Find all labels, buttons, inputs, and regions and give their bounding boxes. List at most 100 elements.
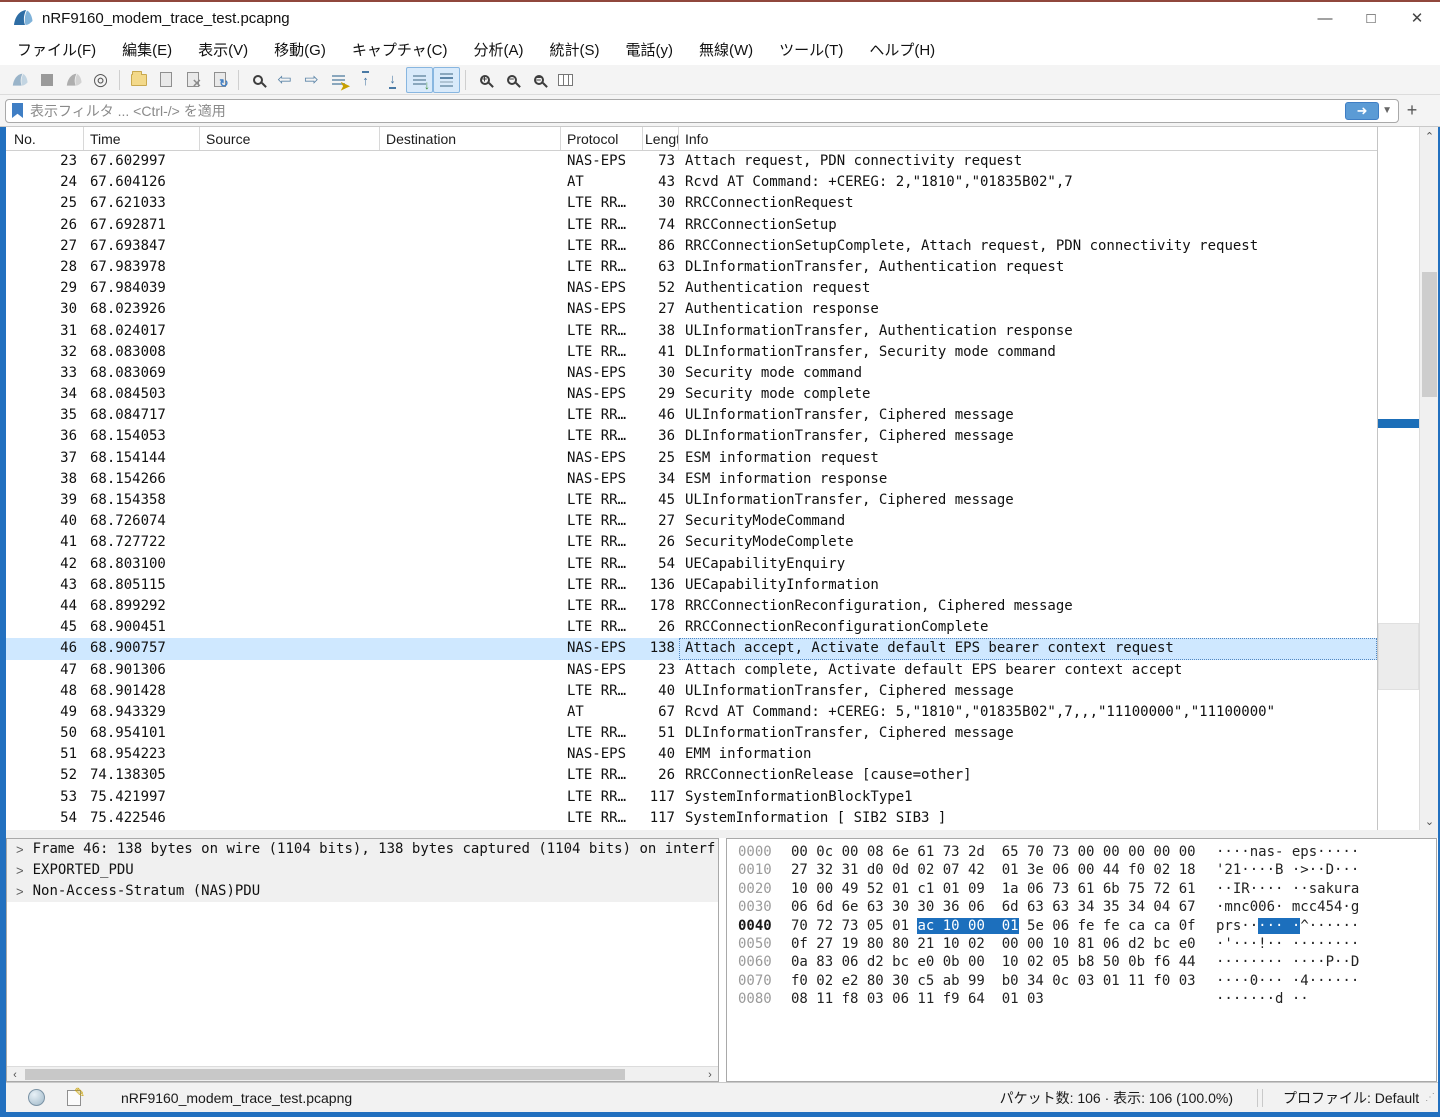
zoom-out-icon[interactable]: −	[498, 67, 525, 93]
packet-row[interactable]: 4568.900451LTE RR…26RRCConnectionReconfi…	[6, 617, 1377, 638]
packet-list-vertical-scrollbar[interactable]: ⌃ ⌄	[1419, 127, 1438, 830]
restart-capture-icon[interactable]	[60, 67, 87, 93]
horizontal-scrollbar-thumb[interactable]	[25, 1069, 625, 1080]
reload-file-icon[interactable]: ↻	[206, 67, 233, 93]
packet-row[interactable]: 3268.083008LTE RR…41DLInformationTransfe…	[6, 342, 1377, 363]
packet-row[interactable]: 4168.727722LTE RR…26SecurityModeComplete	[6, 532, 1377, 553]
intelligent-scrollbar-minimap[interactable]	[1377, 127, 1419, 830]
packet-bytes-pane[interactable]: 000000 0c 00 08 6e 61 73 2d 65 70 73 00 …	[726, 838, 1437, 1082]
pane-splitter[interactable]	[6, 830, 1438, 838]
packet-row[interactable]: 3868.154266NAS-EPS34ESM information resp…	[6, 469, 1377, 490]
stop-capture-icon[interactable]	[33, 67, 60, 93]
column-header-length[interactable]: Length	[643, 127, 679, 150]
menu-item[interactable]: 分析(A)	[461, 34, 537, 65]
display-filter-input[interactable]	[30, 103, 1345, 119]
hex-row[interactable]: 0070f0 02 e2 80 30 c5 ab 99 b0 34 0c 03 …	[727, 972, 1436, 990]
column-header-destination[interactable]: Destination	[380, 127, 561, 150]
hex-row[interactable]: 003006 6d 6e 63 30 30 36 06 6d 63 63 34 …	[727, 898, 1436, 916]
packet-row[interactable]: 5475.422546LTE RR…117SystemInformation […	[6, 808, 1377, 829]
packet-row[interactable]: 4968.943329AT67Rcvd AT Command: +CEREG: …	[6, 702, 1377, 723]
menu-item[interactable]: 表示(V)	[185, 34, 261, 65]
filter-dropdown-caret-icon[interactable]: ▼	[1382, 105, 1392, 116]
expand-chevron-icon[interactable]: >	[7, 881, 33, 902]
packet-row[interactable]: 3168.024017LTE RR…38ULInformationTransfe…	[6, 321, 1377, 342]
packet-row[interactable]: 2667.692871LTE RR…74RRCConnectionSetup	[6, 215, 1377, 236]
menu-item[interactable]: キャプチャ(C)	[339, 34, 461, 65]
menu-item[interactable]: 編集(E)	[109, 34, 185, 65]
packet-row[interactable]: 2767.693847LTE RR…86RRCConnectionSetupCo…	[6, 236, 1377, 257]
column-header-protocol[interactable]: Protocol	[561, 127, 643, 150]
detail-row[interactable]: >Frame 46: 138 bytes on wire (1104 bits)…	[7, 839, 718, 860]
capture-comment-icon[interactable]: ✎	[67, 1090, 81, 1106]
packet-row[interactable]: 4368.805115LTE RR…136UECapabilityInforma…	[6, 575, 1377, 596]
detail-row[interactable]: >Non-Access-Stratum (NAS)PDU	[7, 881, 718, 902]
menu-item[interactable]: ファイル(F)	[4, 34, 109, 65]
hex-row[interactable]: 001027 32 31 d0 0d 02 07 42 01 3e 06 00 …	[727, 861, 1436, 879]
packet-row[interactable]: 4668.900757NAS-EPS138Attach accept, Acti…	[6, 638, 1377, 659]
expand-chevron-icon[interactable]: >	[7, 860, 33, 881]
start-capture-icon[interactable]	[6, 67, 33, 93]
add-filter-button[interactable]: +	[1399, 100, 1425, 121]
menu-item[interactable]: 無線(W)	[686, 34, 766, 65]
packet-row[interactable]: 4768.901306NAS-EPS23Attach complete, Act…	[6, 660, 1377, 681]
packet-row[interactable]: 3568.084717LTE RR…46ULInformationTransfe…	[6, 405, 1377, 426]
packet-row[interactable]: 3768.154144NAS-EPS25ESM information requ…	[6, 448, 1377, 469]
close-button[interactable]: ✕	[1394, 3, 1440, 33]
go-forward-icon[interactable]: ⇨	[298, 67, 325, 93]
go-back-icon[interactable]: ⇦	[271, 67, 298, 93]
auto-scroll-icon[interactable]: ↓	[406, 67, 433, 93]
packet-row[interactable]: 3668.154053LTE RR…36DLInformationTransfe…	[6, 426, 1377, 447]
column-header-source[interactable]: Source	[200, 127, 380, 150]
title-bar[interactable]: nRF9160_modem_trace_test.pcapng — □ ✕	[0, 2, 1440, 34]
column-header-info[interactable]: Info	[679, 127, 1377, 150]
filter-bookmark-icon[interactable]	[12, 103, 23, 118]
packet-row[interactable]: 2467.604126AT43Rcvd AT Command: +CEREG: …	[6, 172, 1377, 193]
hex-row[interactable]: 00500f 27 19 80 80 21 10 02 00 00 10 81 …	[727, 935, 1436, 953]
detail-row[interactable]: >EXPORTED_PDU	[7, 860, 718, 881]
hex-row[interactable]: 002010 00 49 52 01 c1 01 09 1a 06 73 61 …	[727, 880, 1436, 898]
menu-item[interactable]: 統計(S)	[537, 34, 613, 65]
hex-row[interactable]: 000000 0c 00 08 6e 61 73 2d 65 70 73 00 …	[727, 843, 1436, 861]
scroll-left-arrow-icon[interactable]: ‹	[7, 1067, 23, 1082]
packet-row[interactable]: 5375.421997LTE RR…117SystemInformationBl…	[6, 787, 1377, 808]
menu-item[interactable]: 移動(G)	[261, 34, 339, 65]
packet-row[interactable]: 3968.154358LTE RR…45ULInformationTransfe…	[6, 490, 1377, 511]
menu-item[interactable]: 電話(y)	[613, 34, 687, 65]
column-header-time[interactable]: Time	[84, 127, 200, 150]
go-to-bottom-icon[interactable]: ↓	[379, 67, 406, 93]
maximize-button[interactable]: □	[1348, 3, 1394, 33]
packet-row[interactable]: 4468.899292LTE RR…178RRCConnectionReconf…	[6, 596, 1377, 617]
display-filter-box[interactable]: ➜ ▼	[5, 99, 1399, 123]
scroll-down-arrow-icon[interactable]: ⌄	[1420, 812, 1439, 830]
save-file-icon[interactable]	[152, 67, 179, 93]
capture-options-icon[interactable]: ◎	[87, 67, 114, 93]
details-horizontal-scrollbar[interactable]: ‹ ›	[7, 1066, 718, 1081]
colorize-packets-icon[interactable]	[433, 67, 460, 93]
resize-columns-icon[interactable]	[552, 67, 579, 93]
find-packet-icon[interactable]	[244, 67, 271, 93]
packet-row[interactable]: 5168.954223NAS-EPS40EMM information	[6, 744, 1377, 765]
apply-filter-button[interactable]: ➜	[1345, 102, 1379, 120]
packet-row[interactable]: 2867.983978LTE RR…63DLInformationTransfe…	[6, 257, 1377, 278]
go-to-top-icon[interactable]: ↑	[352, 67, 379, 93]
packet-row[interactable]: 5274.138305LTE RR…26RRCConnectionRelease…	[6, 765, 1377, 786]
packet-row[interactable]: 2567.621033LTE RR…30RRCConnectionRequest	[6, 193, 1377, 214]
menu-item[interactable]: ヘルプ(H)	[856, 34, 948, 65]
hex-row[interactable]: 008008 11 f8 03 06 11 f9 64 01 03·······…	[727, 990, 1436, 1008]
zoom-in-icon[interactable]: +	[471, 67, 498, 93]
packet-row[interactable]: 3368.083069NAS-EPS30Security mode comman…	[6, 363, 1377, 384]
open-file-icon[interactable]	[125, 67, 152, 93]
packet-row[interactable]: 4268.803100LTE RR…54UECapabilityEnquiry	[6, 554, 1377, 575]
scroll-up-arrow-icon[interactable]: ⌃	[1420, 127, 1439, 145]
expert-info-icon[interactable]	[28, 1089, 45, 1106]
status-profile[interactable]: プロファイル: Default	[1265, 1088, 1425, 1108]
vertical-scrollbar-thumb[interactable]	[1422, 272, 1437, 397]
close-file-icon[interactable]: ✕	[179, 67, 206, 93]
hex-row[interactable]: 004070 72 73 05 01 ac 10 00 01 5e 06 fe …	[727, 917, 1436, 935]
go-to-packet-icon[interactable]: ➤	[325, 67, 352, 93]
expand-chevron-icon[interactable]: >	[7, 839, 33, 860]
menu-item[interactable]: ツール(T)	[766, 34, 856, 65]
packet-row[interactable]: 4868.901428LTE RR…40ULInformationTransfe…	[6, 681, 1377, 702]
zoom-reset-icon[interactable]: =	[525, 67, 552, 93]
column-header-no[interactable]: No.	[6, 127, 84, 150]
